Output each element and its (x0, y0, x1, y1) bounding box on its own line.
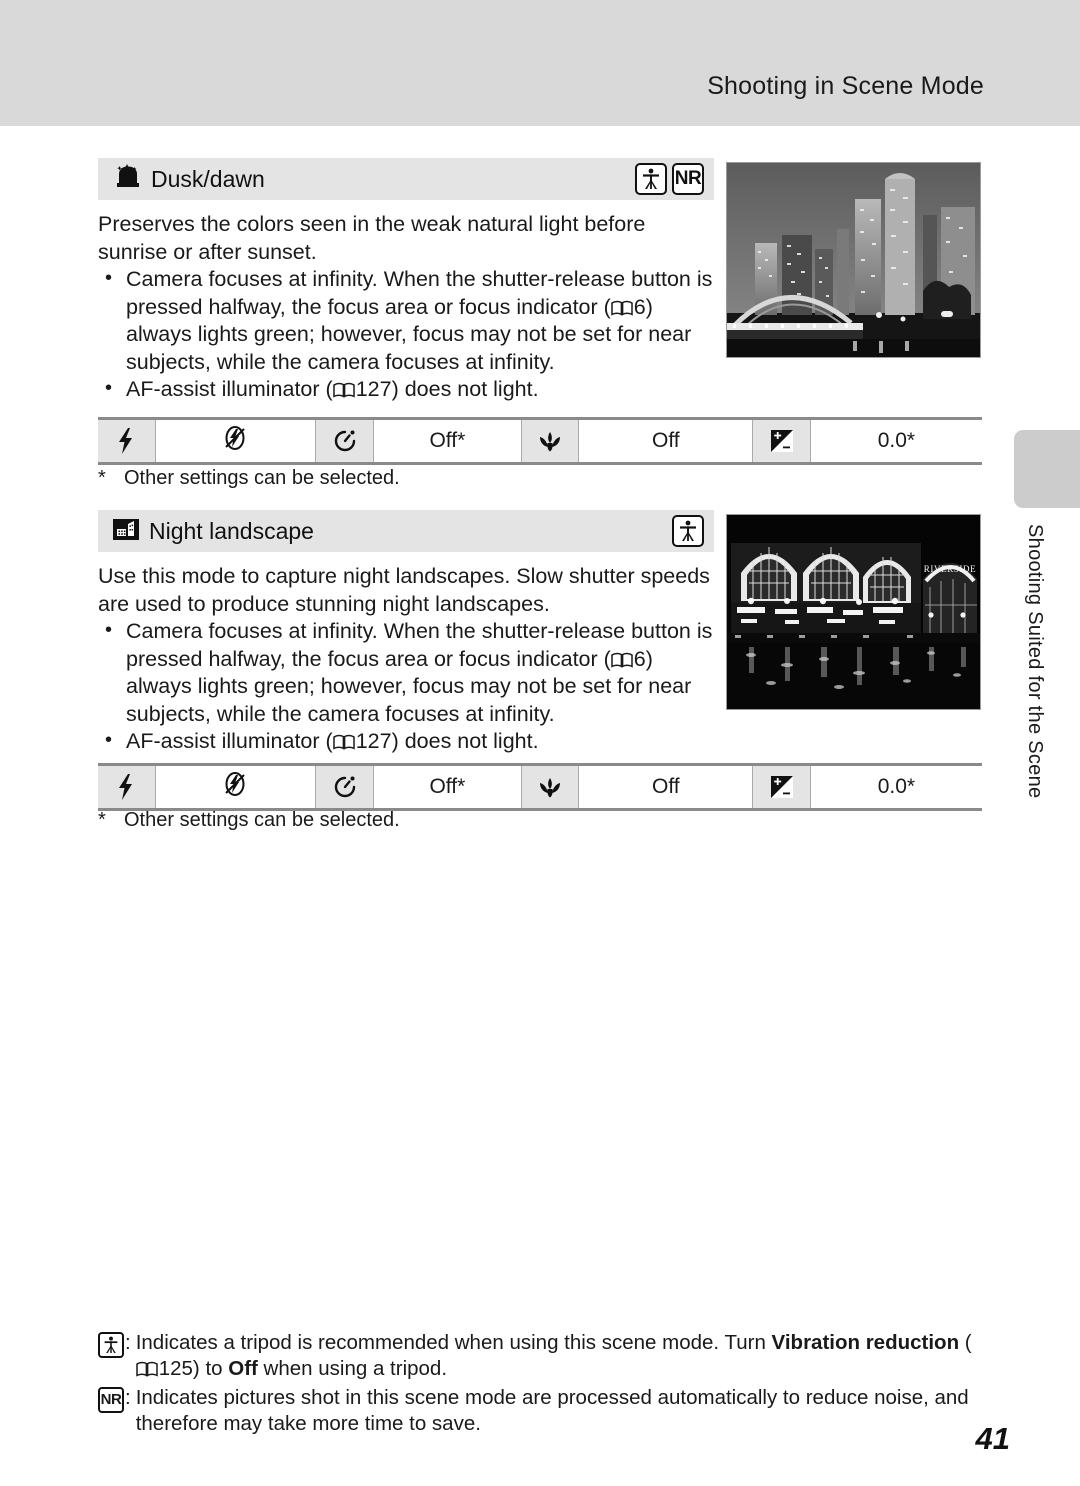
bullet-page-ref: 127 (355, 377, 392, 401)
bullet-page-ref: 6 (633, 646, 646, 671)
page-header-band (0, 0, 1080, 126)
section-dusk-dawn: Dusk/dawn NR Preserves the colors seen i… (98, 158, 718, 404)
macro-setting-value: Off (579, 420, 754, 462)
self-timer-setting-value: Off* (373, 420, 522, 462)
note-noise-reduction: NR : Indicates pictures shot in this sce… (98, 1385, 978, 1437)
nr-badge: NR (672, 163, 704, 195)
flash-off-icon (222, 425, 248, 457)
bullet-text-post: ) does not light. (391, 377, 539, 401)
note-text: Indicates pictures shot in this scene mo… (135, 1386, 969, 1435)
book-reference-icon (135, 1358, 158, 1377)
note-text-d: when using a tripod. (257, 1357, 448, 1380)
settings-row-dusk-dawn: Off* Off 0.0* (98, 417, 983, 465)
bullet-text-pre: AF-assist illuminator ( (126, 377, 333, 401)
footnote-night-landscape: * Other settings can be selected. (98, 809, 400, 832)
book-reference-icon (332, 378, 355, 398)
footnote-text: Other settings can be selected. (124, 809, 400, 831)
night-riverside-buildings-photo: RIVERSIDE (726, 514, 981, 710)
note-colon: : (125, 1386, 131, 1409)
settings-row-night-landscape: Off* Off 0.0* (98, 763, 983, 811)
section-night-landscape: Night landscape Use this mode to capture… (98, 510, 718, 756)
note-text-b: ( (959, 1331, 972, 1354)
section-header-night-landscape: Night landscape (98, 510, 714, 552)
note-text: Indicates a tripod is recommended when u… (136, 1330, 978, 1382)
side-tab-marker (1014, 430, 1080, 508)
note-text-a: Indicates a tripod is recommended when u… (135, 1331, 772, 1354)
bullet-text-post: ) does not light. (391, 729, 539, 753)
tripod-icon (672, 515, 704, 547)
list-item: AF-assist illuminator ( 127) does not lig… (98, 375, 718, 404)
macro-setting-value: Off (579, 766, 754, 808)
section-intro: Preserves the colors seen in the weak na… (98, 212, 646, 264)
book-reference-icon (332, 730, 355, 750)
note-tripod: : Indicates a tripod is recommended when… (98, 1330, 978, 1382)
exposure-setting-value: 0.0* (810, 766, 983, 808)
flash-icon (98, 766, 156, 808)
footnote-marker: * (98, 467, 106, 489)
self-timer-setting-value: Off* (373, 766, 522, 808)
section-bullet-list: Camera focuses at infinity. When the shu… (98, 265, 718, 404)
side-tab-label: Shooting Suited for the Scene (1024, 524, 1046, 799)
list-item: Camera focuses at infinity. When the shu… (98, 265, 718, 376)
night-landscape-scene-icon (112, 516, 140, 547)
section-bullet-list: Camera focuses at infinity. When the shu… (98, 617, 718, 756)
exposure-setting-value: 0.0* (810, 420, 983, 462)
flash-icon (98, 420, 156, 462)
footnote-dusk-dawn: * Other settings can be selected. (98, 467, 400, 490)
footnote-marker: * (98, 809, 106, 831)
macro-icon (521, 766, 580, 808)
page-title: Shooting in Scene Mode (707, 72, 984, 100)
dusk-dawn-scene-icon (112, 163, 142, 195)
section-badges: NR (635, 163, 704, 195)
section-title: Night landscape (149, 517, 314, 544)
exposure-compensation-icon (753, 766, 811, 808)
note-page-ref: 125 (158, 1357, 193, 1380)
list-item: AF-assist illuminator ( 127) does not lig… (98, 727, 718, 756)
bottom-notes: : Indicates a tripod is recommended when… (98, 1330, 978, 1440)
svg-text:RIVERSIDE: RIVERSIDE (924, 564, 976, 574)
list-item: Camera focuses at infinity. When the shu… (98, 617, 718, 728)
section-title: Dusk/dawn (151, 165, 265, 192)
section-badges (672, 515, 704, 547)
section-body-night-landscape: Use this mode to capture night landscape… (98, 563, 718, 756)
section-header-dusk-dawn: Dusk/dawn NR (98, 158, 714, 200)
note-colon: : (125, 1331, 131, 1354)
note-bold-off: Off (228, 1357, 258, 1380)
footnote-text: Other settings can be selected. (124, 467, 400, 489)
page-number: 41 (975, 1421, 1010, 1456)
flash-setting-value (155, 420, 317, 462)
macro-icon (521, 420, 580, 462)
bullet-text-pre: AF-assist illuminator ( (126, 729, 333, 753)
book-reference-icon (611, 296, 633, 316)
dusk-cityscape-bridge-photo (726, 162, 981, 358)
self-timer-icon (316, 420, 374, 462)
tripod-icon (98, 1332, 124, 1358)
nr-badge: NR (98, 1387, 124, 1413)
note-text-c: ) to (192, 1357, 229, 1380)
bullet-page-ref: 6 (633, 294, 646, 319)
self-timer-icon (316, 766, 374, 808)
book-reference-icon (611, 648, 633, 668)
note-bold-vibration-reduction: Vibration reduction (771, 1331, 960, 1354)
bullet-page-ref: 127 (355, 729, 392, 753)
section-intro: Use this mode to capture night landscape… (98, 564, 710, 616)
exposure-compensation-icon (753, 420, 811, 462)
section-body-dusk-dawn: Preserves the colors seen in the weak na… (98, 211, 718, 404)
flash-setting-value (155, 766, 317, 808)
flash-off-icon (222, 771, 248, 803)
tripod-icon (635, 163, 667, 195)
